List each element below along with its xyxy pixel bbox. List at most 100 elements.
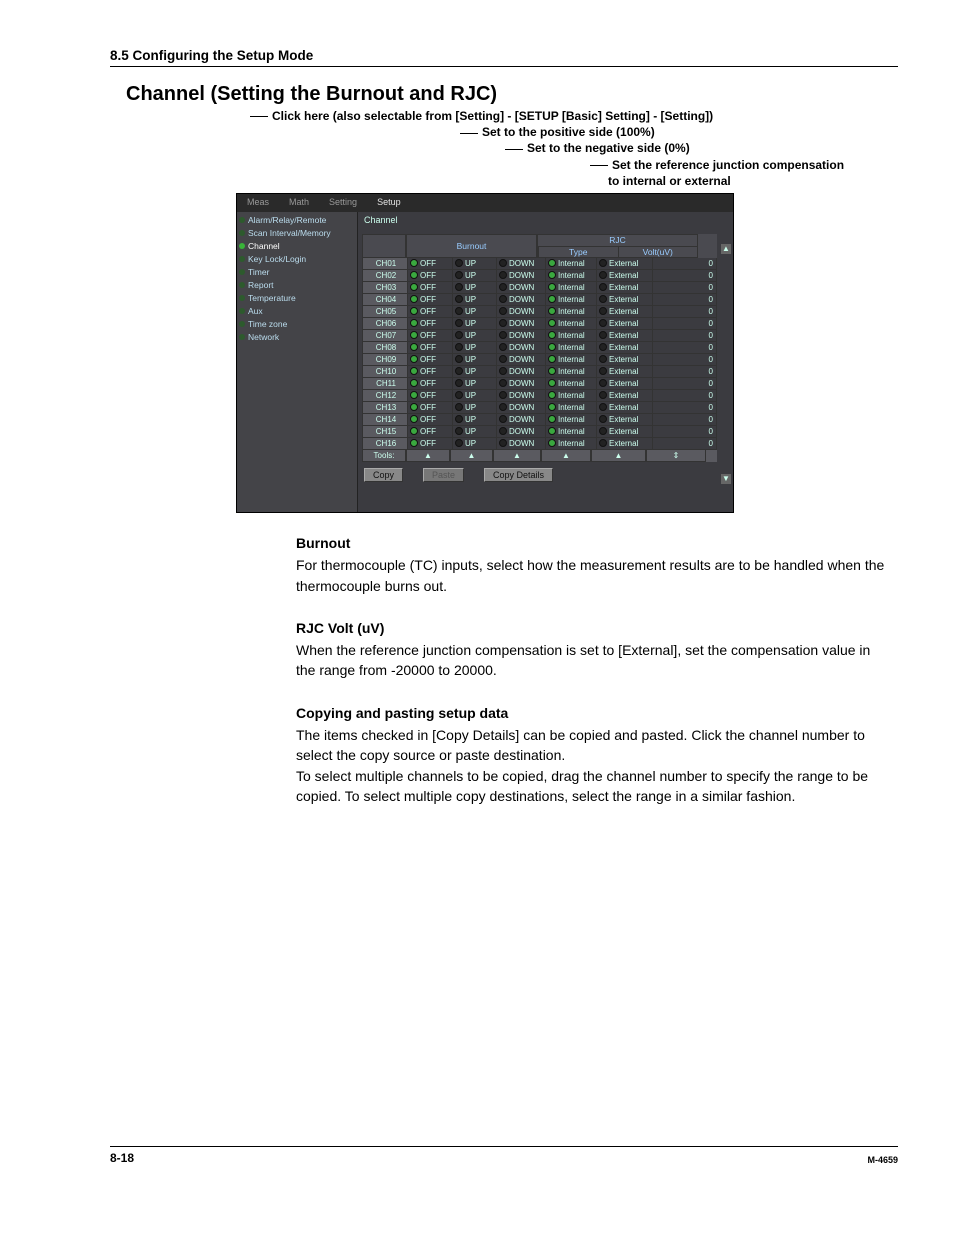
rjc-external[interactable]: External — [597, 426, 653, 438]
copy-button[interactable]: Copy — [364, 468, 403, 482]
rjc-internal[interactable]: Internal — [546, 330, 597, 342]
rjc-volt[interactable]: 0 — [653, 438, 717, 450]
burnout-down[interactable]: DOWN — [497, 282, 546, 294]
tab-meas[interactable]: Meas — [237, 194, 279, 212]
burnout-up[interactable]: UP — [453, 414, 497, 426]
burnout-off[interactable]: OFF — [408, 366, 453, 378]
tab-setup[interactable]: Setup — [367, 194, 411, 212]
rjc-external[interactable]: External — [597, 282, 653, 294]
burnout-down[interactable]: DOWN — [497, 366, 546, 378]
rjc-volt[interactable]: 0 — [653, 306, 717, 318]
rjc-internal[interactable]: Internal — [546, 318, 597, 330]
burnout-off[interactable]: OFF — [408, 270, 453, 282]
paste-button[interactable]: Paste — [423, 468, 464, 482]
tool-arrow-ext[interactable]: ▲ — [591, 450, 646, 462]
burnout-up[interactable]: UP — [453, 318, 497, 330]
burnout-off[interactable]: OFF — [408, 426, 453, 438]
burnout-up[interactable]: UP — [453, 306, 497, 318]
rjc-external[interactable]: External — [597, 318, 653, 330]
burnout-down[interactable]: DOWN — [497, 426, 546, 438]
rjc-volt[interactable]: 0 — [653, 366, 717, 378]
burnout-up[interactable]: UP — [453, 330, 497, 342]
rjc-external[interactable]: External — [597, 258, 653, 270]
burnout-up[interactable]: UP — [453, 390, 497, 402]
tool-arrow-off[interactable]: ▲ — [406, 450, 450, 462]
channel-number[interactable]: CH10 — [362, 366, 408, 378]
tab-math[interactable]: Math — [279, 194, 319, 212]
sidebar-item-aux[interactable]: Aux — [237, 305, 357, 318]
burnout-off[interactable]: OFF — [408, 282, 453, 294]
burnout-up[interactable]: UP — [453, 378, 497, 390]
burnout-off[interactable]: OFF — [408, 354, 453, 366]
tool-arrow-int[interactable]: ▲ — [541, 450, 591, 462]
burnout-up[interactable]: UP — [453, 258, 497, 270]
scroll-up-icon[interactable]: ▲ — [721, 244, 731, 254]
burnout-off[interactable]: OFF — [408, 318, 453, 330]
sidebar-item-timer[interactable]: Timer — [237, 266, 357, 279]
rjc-volt[interactable]: 0 — [653, 318, 717, 330]
burnout-down[interactable]: DOWN — [497, 354, 546, 366]
channel-number[interactable]: CH07 — [362, 330, 408, 342]
burnout-down[interactable]: DOWN — [497, 342, 546, 354]
burnout-down[interactable]: DOWN — [497, 270, 546, 282]
rjc-volt[interactable]: 0 — [653, 330, 717, 342]
burnout-down[interactable]: DOWN — [497, 294, 546, 306]
copy-details-button[interactable]: Copy Details — [484, 468, 553, 482]
rjc-external[interactable]: External — [597, 390, 653, 402]
rjc-external[interactable]: External — [597, 330, 653, 342]
burnout-up[interactable]: UP — [453, 402, 497, 414]
burnout-off[interactable]: OFF — [408, 438, 453, 450]
tab-setting[interactable]: Setting — [319, 194, 367, 212]
rjc-internal[interactable]: Internal — [546, 306, 597, 318]
channel-number[interactable]: CH08 — [362, 342, 408, 354]
rjc-internal[interactable]: Internal — [546, 282, 597, 294]
rjc-internal[interactable]: Internal — [546, 354, 597, 366]
burnout-off[interactable]: OFF — [408, 390, 453, 402]
rjc-internal[interactable]: Internal — [546, 258, 597, 270]
burnout-up[interactable]: UP — [453, 354, 497, 366]
rjc-internal[interactable]: Internal — [546, 414, 597, 426]
burnout-down[interactable]: DOWN — [497, 330, 546, 342]
burnout-off[interactable]: OFF — [408, 378, 453, 390]
rjc-external[interactable]: External — [597, 378, 653, 390]
rjc-volt[interactable]: 0 — [653, 354, 717, 366]
channel-number[interactable]: CH12 — [362, 390, 408, 402]
burnout-up[interactable]: UP — [453, 426, 497, 438]
sidebar-item-scan-interval-memory[interactable]: Scan Interval/Memory — [237, 227, 357, 240]
burnout-off[interactable]: OFF — [408, 414, 453, 426]
rjc-volt[interactable]: 0 — [653, 258, 717, 270]
burnout-down[interactable]: DOWN — [497, 390, 546, 402]
rjc-external[interactable]: External — [597, 270, 653, 282]
burnout-down[interactable]: DOWN — [497, 414, 546, 426]
rjc-volt[interactable]: 0 — [653, 282, 717, 294]
rjc-external[interactable]: External — [597, 342, 653, 354]
rjc-external[interactable]: External — [597, 414, 653, 426]
rjc-external[interactable]: External — [597, 438, 653, 450]
rjc-volt[interactable]: 0 — [653, 414, 717, 426]
rjc-internal[interactable]: Internal — [546, 378, 597, 390]
channel-number[interactable]: CH11 — [362, 378, 408, 390]
rjc-internal[interactable]: Internal — [546, 342, 597, 354]
burnout-off[interactable]: OFF — [408, 342, 453, 354]
sidebar-item-key-lock-login[interactable]: Key Lock/Login — [237, 253, 357, 266]
sidebar-item-time-zone[interactable]: Time zone — [237, 318, 357, 331]
rjc-volt[interactable]: 0 — [653, 294, 717, 306]
channel-number[interactable]: CH13 — [362, 402, 408, 414]
sidebar-item-temperature[interactable]: Temperature — [237, 292, 357, 305]
channel-number[interactable]: CH16 — [362, 438, 408, 450]
burnout-up[interactable]: UP — [453, 438, 497, 450]
channel-number[interactable]: CH01 — [362, 258, 408, 270]
tool-arrow-up[interactable]: ▲ — [450, 450, 493, 462]
channel-number[interactable]: CH06 — [362, 318, 408, 330]
tool-arrow-volt[interactable]: ⇕ — [646, 450, 706, 462]
rjc-volt[interactable]: 0 — [653, 270, 717, 282]
burnout-off[interactable]: OFF — [408, 294, 453, 306]
burnout-up[interactable]: UP — [453, 282, 497, 294]
burnout-up[interactable]: UP — [453, 366, 497, 378]
burnout-up[interactable]: UP — [453, 342, 497, 354]
burnout-off[interactable]: OFF — [408, 258, 453, 270]
rjc-volt[interactable]: 0 — [653, 402, 717, 414]
channel-number[interactable]: CH09 — [362, 354, 408, 366]
channel-number[interactable]: CH14 — [362, 414, 408, 426]
rjc-external[interactable]: External — [597, 306, 653, 318]
